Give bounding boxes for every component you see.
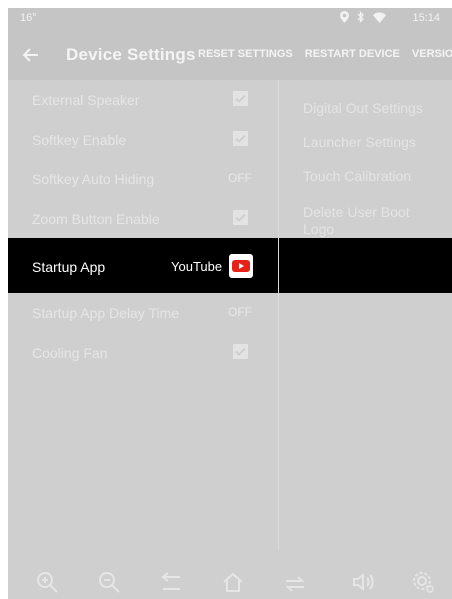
reset-settings-button[interactable]: RESET SETTINGS — [198, 48, 293, 60]
setting-value: OFF — [228, 305, 252, 319]
clock: 15:14 — [412, 12, 440, 24]
setting-label: External Speaker — [32, 92, 140, 108]
recent-apps-icon[interactable] — [282, 569, 308, 595]
setting-label: Softkey Enable — [32, 131, 127, 148]
setting-row-softkey-enable[interactable]: Softkey Enable — [8, 120, 278, 160]
column-divider — [278, 80, 279, 550]
app-bar-actions: RESET SETTINGS RESTART DEVICE VERSION — [198, 48, 452, 60]
setting-row-startup-app[interactable]: Startup App YouTube — [8, 238, 452, 293]
device-screen: 16° 15:14 Device Settings RESET SETTINGS… — [8, 8, 452, 599]
checkbox-checked-icon[interactable] — [233, 130, 248, 146]
checkbox-checked-icon[interactable] — [233, 343, 248, 359]
setting-row-cooling-fan[interactable]: Cooling Fan — [8, 333, 278, 373]
temperature-readout: 16° — [20, 12, 37, 24]
setting-label: Cooling Fan — [32, 344, 108, 361]
restart-device-button[interactable]: RESTART DEVICE — [305, 48, 400, 60]
checkbox-checked-icon[interactable] — [233, 209, 248, 225]
setting-label: Startup App — [32, 259, 106, 275]
zoom-in-icon[interactable] — [34, 569, 60, 595]
volume-icon[interactable] — [350, 569, 376, 595]
setting-row-zoom-button-enable[interactable]: Zoom Button Enable — [8, 199, 278, 239]
home-icon[interactable] — [220, 569, 246, 595]
setting-value: OFF — [228, 171, 252, 185]
setting-label: Softkey Auto Hiding — [32, 171, 155, 187]
zoom-out-icon[interactable] — [96, 569, 122, 595]
youtube-icon[interactable] — [229, 254, 253, 278]
setting-row-external-speaker[interactable]: External Speaker — [8, 80, 278, 120]
version-button[interactable]: VERSION — [412, 48, 452, 60]
status-bar: 16° 15:14 — [8, 8, 452, 30]
delete-user-boot-logo-item[interactable]: Delete User Boot Logo — [303, 204, 443, 238]
setting-row-softkey-auto-hiding[interactable]: Softkey Auto Hiding OFF — [8, 159, 278, 199]
setting-label: Zoom Button Enable — [32, 210, 160, 227]
startup-app-name: YouTube — [171, 259, 223, 274]
wifi-icon — [373, 12, 386, 26]
back-arrow-icon[interactable] — [20, 44, 42, 66]
back-icon[interactable] — [158, 569, 184, 595]
checkbox-checked-icon[interactable] — [233, 91, 248, 106]
status-icons — [340, 10, 386, 26]
digital-out-settings-item[interactable]: Digital Out Settings — [303, 100, 443, 117]
left-settings-list: External Speaker Softkey Enable Softkey … — [8, 80, 452, 373]
setting-row-startup-app-delay-time[interactable]: Startup App Delay Time OFF — [8, 293, 278, 333]
navigation-bar — [8, 565, 452, 599]
app-bar: Device Settings RESET SETTINGS RESTART D… — [8, 30, 452, 80]
location-icon — [340, 11, 349, 26]
touch-calibration-item[interactable]: Touch Calibration — [303, 168, 443, 185]
setting-label: Startup App Delay Time — [32, 305, 180, 321]
page-title: Device Settings — [66, 45, 196, 64]
launcher-settings-item[interactable]: Launcher Settings — [303, 134, 443, 151]
bluetooth-icon — [357, 10, 365, 26]
settings-icon[interactable] — [410, 569, 436, 595]
